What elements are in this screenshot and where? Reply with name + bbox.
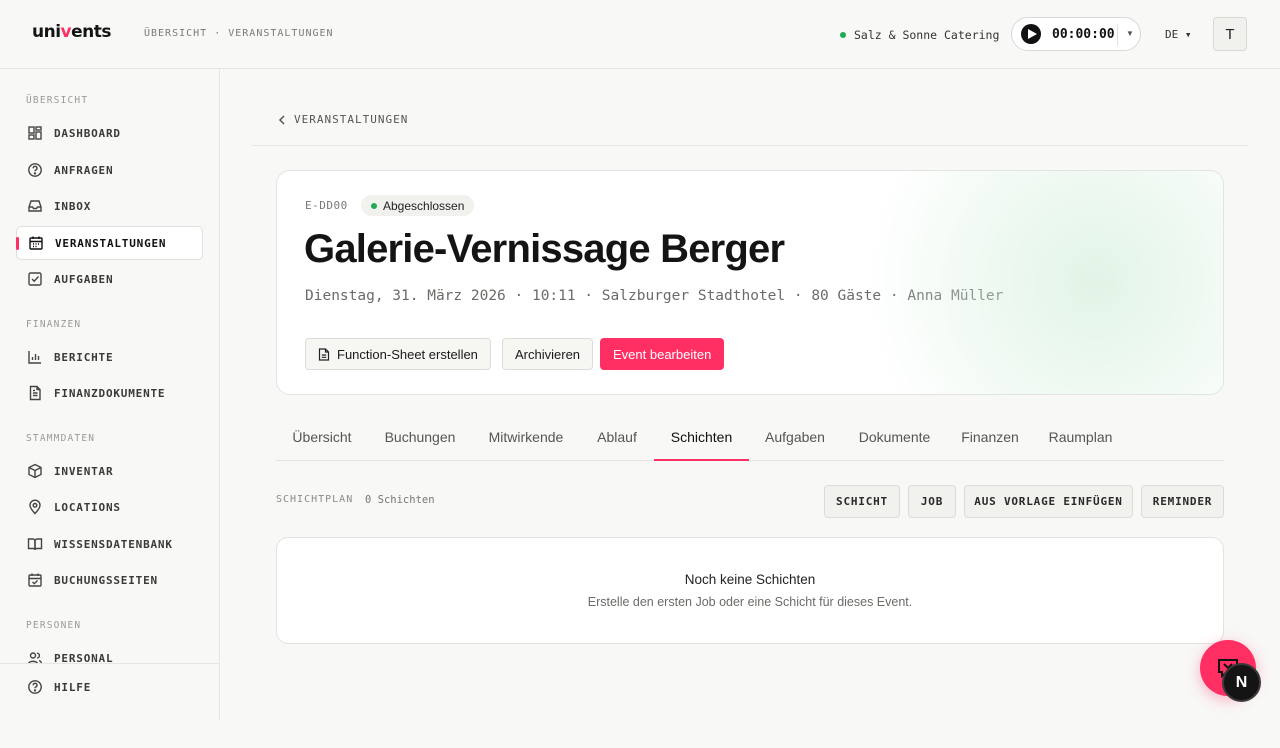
button-label: Archivieren [515,346,581,362]
tab-uebersicht[interactable]: Übersicht [276,420,368,461]
sidebar-item-finanzdokumente[interactable]: FINANZDOKUMENTE [16,376,203,410]
sidebar-item-label: ANFRAGEN [54,163,114,177]
inbox-icon [28,200,42,212]
sidebar-item-aufgaben[interactable]: AUFGABEN [16,262,203,296]
document-icon [318,347,330,361]
tab-raumplan[interactable]: Raumplan [1032,420,1129,461]
sidebar-item-label: INBOX [54,199,92,213]
event-header-card: E-DD00 Abgeschlossen Galerie-Vernissage … [276,170,1224,395]
sidebar-item-label: INVENTAR [54,464,114,478]
section-title-personen: PERSONEN [26,620,82,631]
page-title: Galerie-Vernissage Berger [304,227,785,271]
button-label: Function-Sheet erstellen [337,346,478,362]
empty-state: Noch keine Schichten Erstelle den ersten… [276,537,1224,644]
section-label: SCHICHTPLAN [276,494,354,505]
box-icon [28,463,42,479]
status-dot [371,202,377,209]
tab-dokumente[interactable]: Dokumente [841,420,948,461]
divider [252,145,1248,146]
language-selector[interactable]: DE ▾ [1165,28,1192,41]
chevron-down-icon[interactable]: ▼ [1126,29,1134,38]
dashboard-icon [28,126,42,140]
shift-count: 0 Schichten [365,494,435,506]
sidebar-footer: HILFE [0,663,220,720]
sidebar-item-label: BERICHTE [54,350,114,364]
button-label: Event bearbeiten [613,346,712,362]
sidebar-item-label: AUFGABEN [54,272,114,286]
sidebar-item-label: BUCHUNGSSEITEN [54,573,158,587]
sidebar-item-inbox[interactable]: INBOX [16,189,203,223]
tab-aufgaben[interactable]: Aufgaben [749,420,841,461]
archive-button[interactable]: Archivieren [502,338,594,370]
sidebar-item-inventar[interactable]: INVENTAR [16,454,203,488]
sidebar-item-label: HILFE [54,680,92,694]
empty-state-title: Noch keine Schichten [684,572,816,587]
bar-chart-icon [28,351,41,364]
play-icon[interactable] [1021,24,1041,44]
tab-finanzen[interactable]: Finanzen [948,420,1032,461]
company-selector[interactable]: Salz & Sonne Catering [840,28,999,42]
company-name: Salz & Sonne Catering [854,28,1000,42]
sidebar-item-buchungsseiten[interactable]: BUCHUNGSSEITEN [16,563,203,597]
sidebar-item-label: WISSENSDATENBANK [54,537,173,551]
avatar[interactable]: T [1213,17,1247,51]
tab-bar: Übersicht Buchungen Mitwirkende Ablauf S… [276,420,1224,461]
book-icon [27,538,43,551]
sidebar-item-hilfe[interactable]: HILFE [16,670,203,704]
tab-ablauf[interactable]: Ablauf [580,420,654,461]
event-id: E-DD00 [305,199,348,212]
tab-schichten[interactable]: Schichten [654,420,749,461]
map-pin-icon [29,499,41,515]
back-link-label: VERANSTALTUNGEN [294,113,409,126]
section-title-stammdaten: STAMMDATEN [26,433,96,444]
sidebar-item-anfragen[interactable]: ANFRAGEN [16,153,203,187]
add-shift-button[interactable]: SCHICHT [824,485,900,518]
sidebar-item-veranstaltungen[interactable]: VERANSTALTUNGEN [16,226,203,260]
add-job-button[interactable]: JOB [908,485,956,518]
sidebar-item-label: LOCATIONS [54,500,121,514]
tab-buchungen[interactable]: Buchungen [368,420,472,461]
sidebar-item-locations[interactable]: LOCATIONS [16,490,203,524]
timer-value: 00:00:00 [1052,26,1115,42]
section-title-overview: ÜBERSICHT [26,95,89,106]
sidebar-item-dashboard[interactable]: DASHBOARD [16,116,203,150]
question-icon [28,163,42,177]
notification-badge[interactable]: N [1222,663,1261,702]
sidebar-item-berichte[interactable]: BERICHTE [16,340,203,374]
sidebar: ÜBERSICHT DASHBOARD ANFRAGEN INBOX VERAN… [0,69,220,720]
help-icon [28,680,42,694]
insert-from-template-button[interactable]: AUS VORLAGE EINFÜGEN [964,485,1133,518]
checkbox-icon [28,272,42,286]
section-title-finanzen: FINANZEN [26,319,82,330]
back-link[interactable]: VERANSTALTUNGEN [278,113,408,126]
function-sheet-button[interactable]: Function-Sheet erstellen [305,338,491,370]
status-dot [840,32,846,38]
time-tracker: 00:00:00 ▼ [1011,17,1141,51]
divider [1117,24,1118,46]
logo[interactable]: univents [32,22,112,42]
calendar-icon [29,236,43,250]
edit-event-button[interactable]: Event bearbeiten [600,338,725,370]
chevron-left-icon [278,114,285,125]
sidebar-item-wissensdatenbank[interactable]: WISSENSDATENBANK [16,527,203,561]
tab-mitwirkende[interactable]: Mitwirkende [472,420,580,461]
document-icon [29,385,41,401]
status-label: Abgeschlossen [383,198,465,213]
empty-state-subtitle: Erstelle den ersten Job oder eine Schich… [587,595,913,609]
sidebar-item-label: DASHBOARD [54,126,121,140]
event-meta: Dienstag, 31. März 2026 · 10:11 · Salzbu… [305,288,1004,304]
status-badge: Abgeschlossen [361,195,475,216]
reminder-button[interactable]: REMINDER [1141,485,1224,518]
top-bar: univents ÜBERSICHT · VERANSTALTUNGEN Sal… [0,0,1280,69]
calendar-check-icon [28,573,42,587]
breadcrumb: ÜBERSICHT · VERANSTALTUNGEN [144,28,334,39]
sidebar-item-label: FINANZDOKUMENTE [54,386,166,400]
sidebar-item-label: VERANSTALTUNGEN [55,236,167,250]
